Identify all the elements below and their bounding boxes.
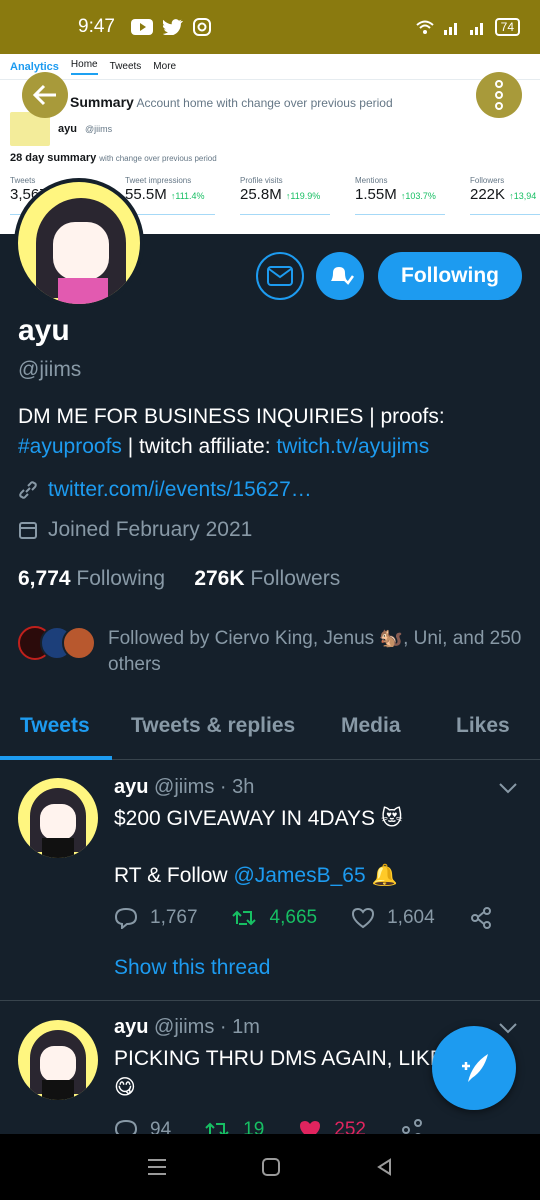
back-button[interactable] [22,72,68,118]
compose-feather-icon [462,1054,488,1082]
profile-website-link[interactable]: twitter.com/i/events/15627… [48,478,312,502]
signal-icon [443,23,457,35]
share-button[interactable] [469,906,493,930]
tab-media[interactable]: Media [341,700,401,738]
banner-stat: Profile visits 25.8M ↑119.9% [240,176,355,215]
tab-tweets-replies[interactable]: Tweets & replies [131,700,295,738]
bio-hashtag-link[interactable]: #ayuproofs [18,435,122,458]
wifi-icon [415,20,434,34]
tweet-text: PICKING THRU DMS AGAIN, LIKE 😋 [114,1047,444,1099]
banner-ghost-title: Summary Account home with change over pr… [70,94,393,110]
compose-tweet-button[interactable] [432,1026,516,1110]
followed-by-text: Followed by Ciervo King, Jenus 🐿️, Uni, … [108,628,522,675]
share-icon [401,1119,422,1134]
profile-website-row: twitter.com/i/events/15627… [18,478,312,502]
tweet-header: ayu @jiims · 3h [114,776,255,798]
reply-icon [114,907,138,929]
tweet-text: $200 GIVEAWAY IN 4DAYS 😻 RT & Follow @Ja… [114,807,403,887]
system-nav-bar [0,1134,540,1200]
retweet-icon [231,910,256,926]
profile-joined-row: Joined February 2021 [18,518,252,542]
bell-check-icon [331,267,354,285]
profile-joined: Joined February 2021 [48,518,253,541]
profile-bio: DM ME FOR BUSINESS INQUIRIES | proofs: #… [18,405,445,458]
tweet-actions: 94 19 252 [114,1118,458,1134]
tab-likes[interactable]: Likes [456,700,510,738]
bio-twitch-link[interactable]: twitch.tv/ayujims [276,435,429,458]
reply-icon [114,1119,138,1134]
banner-nav: Analytics Home Tweets More [0,54,540,80]
retweet-icon [205,1122,229,1134]
twitter-icon [162,19,183,35]
more-options-button[interactable] [476,72,522,118]
banner-stat: Mentions 1.55M ↑103.7% [355,176,470,215]
banner-account: ayu @jiims [10,112,112,146]
profile-tabs: Tweets Tweets & replies Media Likes [0,700,540,760]
instagram-icon [192,18,211,36]
tweet-item[interactable]: ayu @jiims · 3h $200 GIVEAWAY IN 4DAYS 😻… [0,760,540,1000]
follower-avatar [62,626,96,660]
dot-icon [495,102,503,110]
arrow-left-icon [32,84,56,106]
notifications-button[interactable] [316,252,364,300]
youtube-icon [130,19,153,35]
envelope-icon [267,266,293,286]
mention-link[interactable]: @JamesB_65 [233,864,365,887]
chevron-down-icon[interactable] [498,1022,518,1034]
followers-count-link[interactable]: 276K Followers [194,567,340,590]
retweet-button[interactable]: 4,665 [231,907,317,929]
profile-name: ayu [18,314,70,347]
banner-stat: Tweet impressions 55.5M ↑111.4% [125,176,240,215]
tweet-header: ayu @jiims · 1m [114,1016,260,1038]
link-icon [19,481,37,499]
show-thread-link[interactable]: Show this thread [114,956,270,980]
following-button[interactable]: Following [378,252,522,300]
status-time: 9:47 [78,16,115,37]
battery-icon: 74 [494,18,520,36]
follow-counts: 6,774 Following 276K Followers [18,567,340,591]
status-bar: 9:47 74 [0,0,540,54]
profile-handle: @jiims [18,358,82,381]
dot-icon [495,80,503,88]
following-count-link[interactable]: 6,774 Following [18,567,165,590]
banner-logo: Analytics [10,60,59,73]
calendar-icon [19,522,37,539]
like-button[interactable]: 1,604 [351,907,435,929]
tweet-actions: 1,767 4,665 1,604 [114,906,527,930]
like-button[interactable]: 252 [298,1119,366,1134]
chevron-down-icon[interactable] [498,782,518,794]
heart-filled-icon [300,1121,321,1134]
tweet-avatar[interactable] [18,778,98,858]
signal-icon-2 [469,23,483,35]
reply-button[interactable]: 94 [114,1119,171,1134]
back-icon[interactable] [374,1157,394,1177]
share-button[interactable] [400,1118,424,1134]
followed-by-row[interactable]: Followed by Ciervo King, Jenus 🐿️, Uni, … [18,626,528,678]
tab-tweets[interactable]: Tweets [20,700,90,738]
retweet-button[interactable]: 19 [205,1119,264,1134]
heart-icon [352,907,375,929]
banner-summary: 28 day summary with change over previous… [10,152,217,164]
dot-icon [495,91,503,99]
share-icon [470,907,491,929]
recents-icon[interactable] [146,1158,168,1176]
banner-stat: Followers 222K ↑13,94 [470,176,540,215]
profile-avatar[interactable] [14,178,144,308]
reply-button[interactable]: 1,767 [114,907,198,929]
home-icon[interactable] [261,1157,281,1177]
tweet-avatar[interactable] [18,1020,98,1100]
message-button[interactable] [256,252,304,300]
